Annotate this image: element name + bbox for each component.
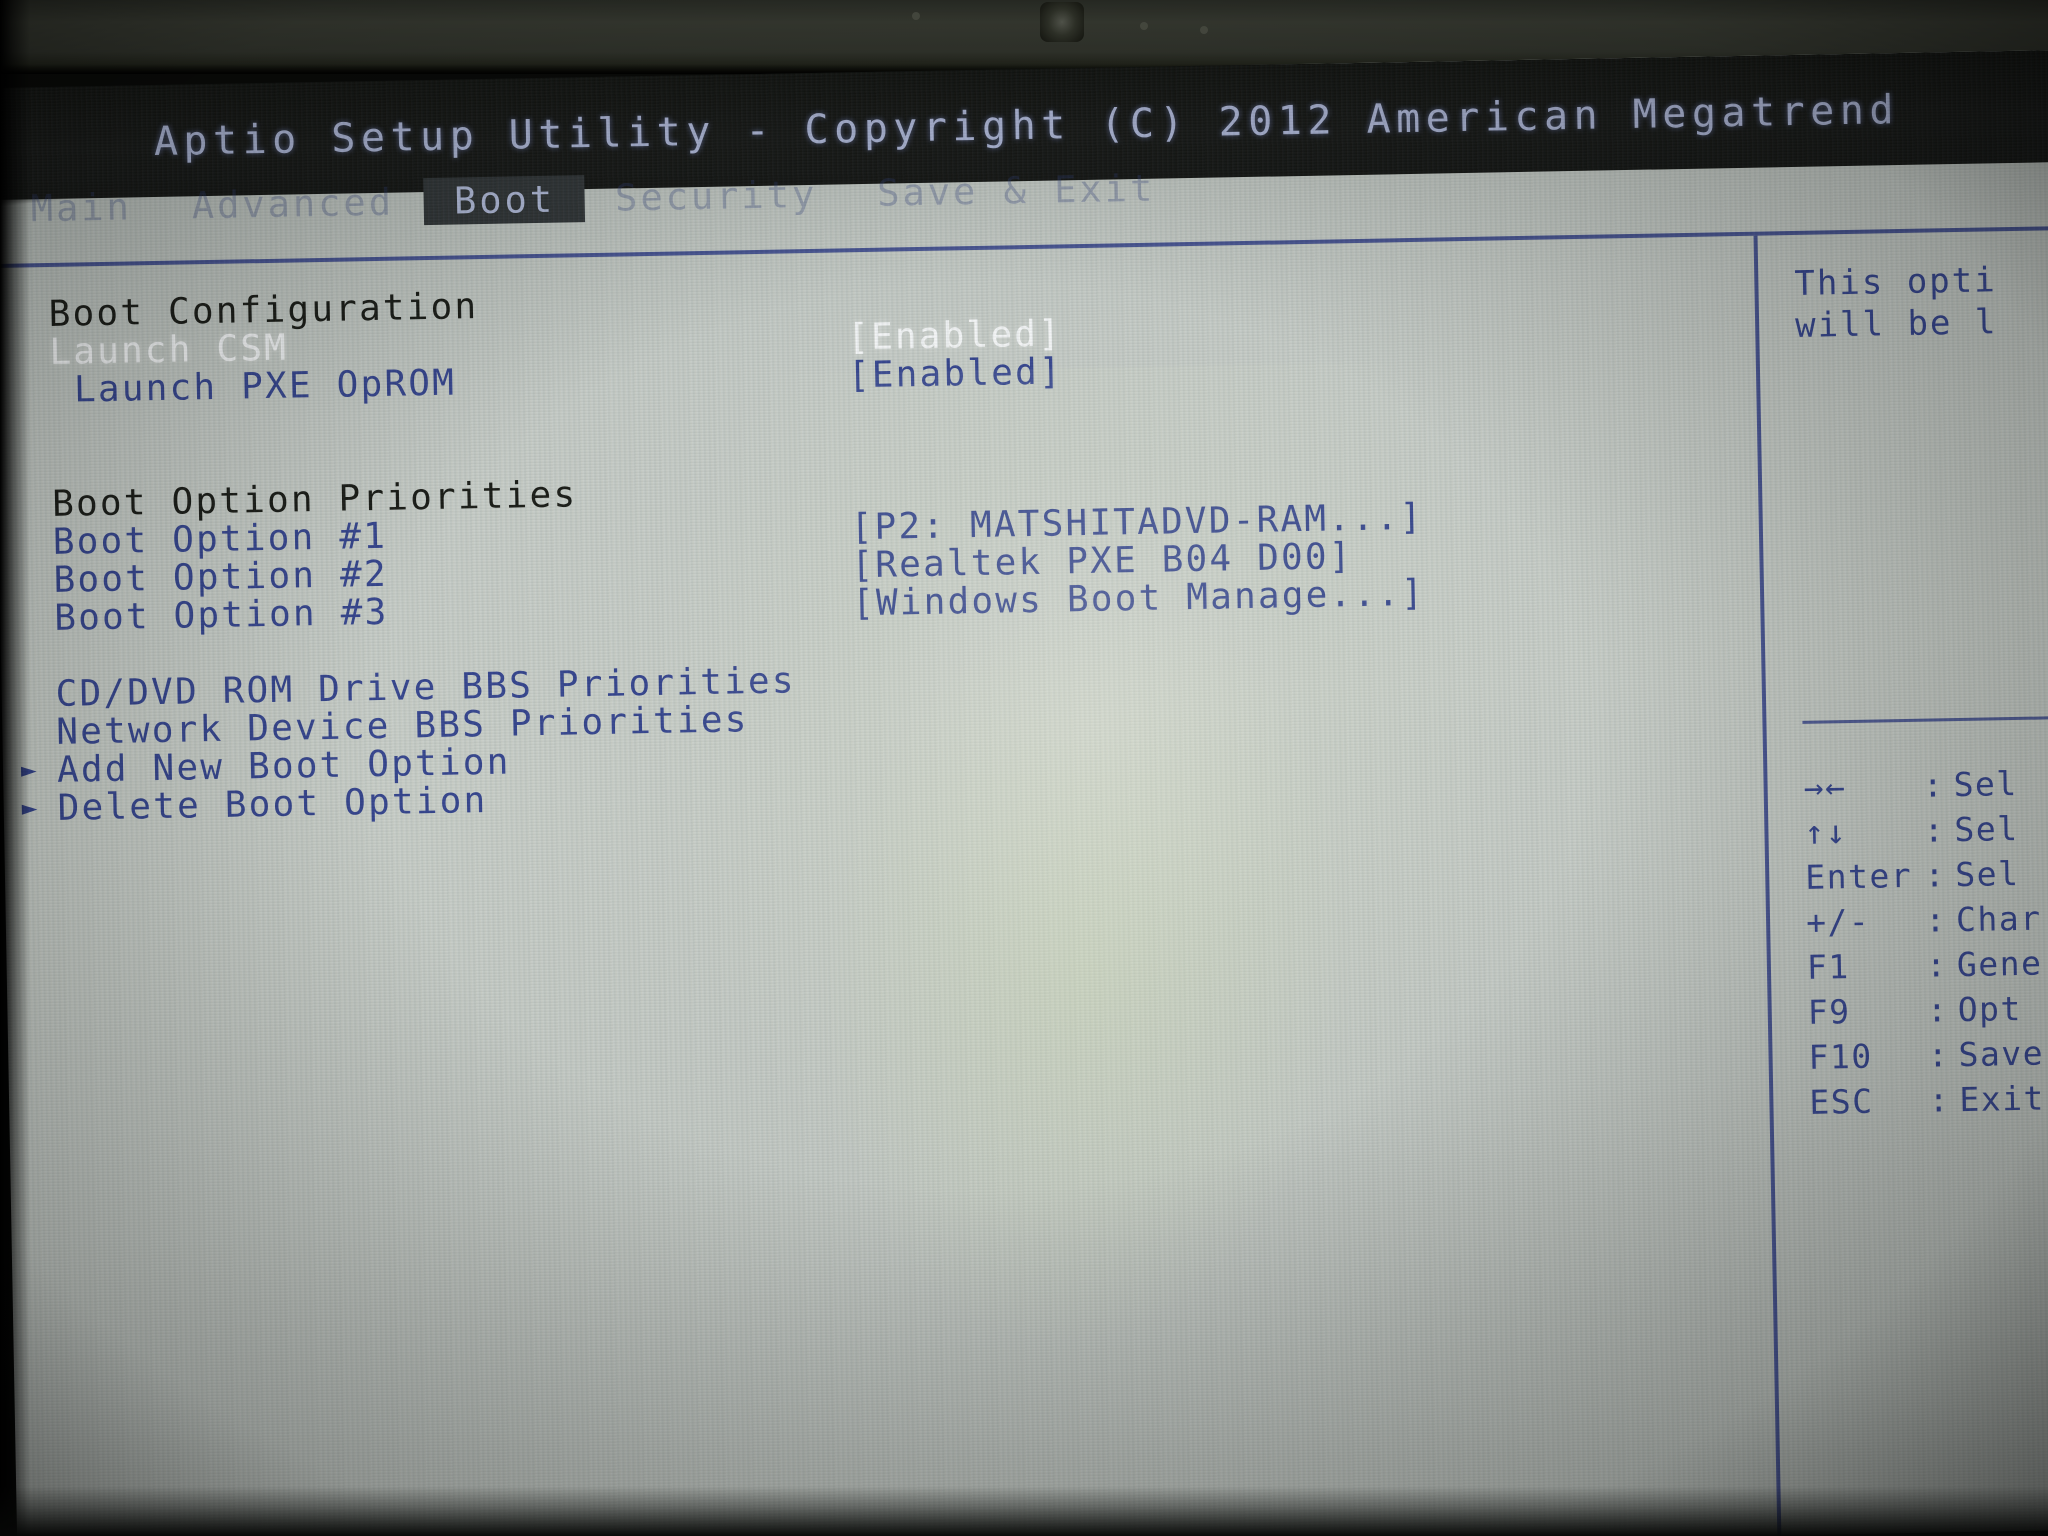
legend-colon: : (1926, 990, 1949, 1030)
legend-row-enter: Enter : Sel (1805, 851, 2041, 900)
bios-screen: Aptio Setup Utility - Copyright (C) 2012… (0, 50, 2048, 1536)
legend-row-f1: F1 : Gene (1807, 941, 2043, 990)
legend-row-select-item: ↑↓ : Sel (1804, 806, 2040, 855)
help-panel: This opti will be l (1794, 258, 2048, 347)
legend-row-esc: ESC : Exit (1809, 1076, 2045, 1125)
bezel-dot-right (1140, 22, 1148, 30)
bios-body: Boot Configuration Launch CSM [Enabled] … (0, 230, 2048, 1536)
triangle-right-icon: ► (21, 793, 40, 824)
legend-row-plus-minus: +/- : Char (1806, 896, 2042, 945)
legend-key: Enter (1804, 855, 1913, 897)
legend-action: Sel (1954, 808, 2019, 850)
key-legend: →← : Sel ↑↓ : Sel Enter : Sel +/- : Char… (1803, 761, 2045, 1125)
legend-row-f10: F10 : Save (1808, 1031, 2044, 1080)
legend-colon: : (1922, 765, 1945, 805)
legend-action: Exit (1959, 1078, 2046, 1120)
legend-action: Char (1955, 898, 2042, 940)
legend-row-select-screen: →← : Sel (1803, 761, 2039, 810)
bezel-dot-right2 (1200, 26, 1208, 34)
legend-colon: : (1927, 1035, 1950, 1075)
settings-column: Boot Configuration Launch CSM [Enabled] … (21, 271, 1426, 829)
lcd-panel: Aptio Setup Utility - Copyright (C) 2012… (0, 22, 2048, 1536)
tab-boot[interactable]: Boot (423, 174, 586, 225)
submenu-label: Delete Boot Option (57, 779, 488, 829)
legend-colon: : (1928, 1080, 1951, 1120)
legend-key: +/- (1805, 901, 1871, 942)
setting-label: Boot Option #3 (53, 591, 389, 639)
triangle-right-icon: ► (20, 755, 40, 786)
legend-colon: : (1925, 900, 1948, 940)
arrows-vertical-icon: ↑↓ (1804, 812, 1848, 852)
legend-action: Gene (1956, 943, 2043, 985)
legend-action: Opt (1957, 988, 2023, 1030)
help-panel-divider (1802, 716, 2048, 724)
legend-row-f9: F9 : Opt (1807, 986, 2043, 1035)
legend-colon: : (1924, 855, 1947, 895)
setting-label: Launch PXE OpROM (73, 362, 457, 411)
legend-action: Save (1958, 1033, 2045, 1075)
webcam-icon (1040, 2, 1084, 42)
laptop-photo: Aptio Setup Utility - Copyright (C) 2012… (0, 0, 2048, 1536)
help-text-line-2: will be l (1794, 302, 1998, 346)
legend-colon: : (1923, 810, 1946, 850)
legend-key: F1 (1806, 947, 1851, 987)
setting-value[interactable]: [Enabled] (848, 351, 1064, 396)
tab-main[interactable]: Main (0, 182, 162, 232)
arrows-horizontal-icon: →← (1803, 767, 1847, 807)
bezel-dot-left (912, 12, 920, 20)
legend-action: Sel (1953, 763, 2019, 805)
legend-action: Sel (1954, 853, 2020, 895)
tab-security[interactable]: Security (585, 170, 848, 222)
legend-colon: : (1925, 945, 1948, 985)
legend-key: ESC (1809, 1081, 1874, 1122)
tab-advanced[interactable]: Advanced (161, 178, 424, 230)
legend-key: F10 (1808, 1036, 1874, 1077)
tab-save-exit[interactable]: Save & Exit (847, 164, 1186, 217)
help-text-line-1: This opti (1794, 260, 1997, 304)
legend-key: F9 (1807, 992, 1851, 1032)
